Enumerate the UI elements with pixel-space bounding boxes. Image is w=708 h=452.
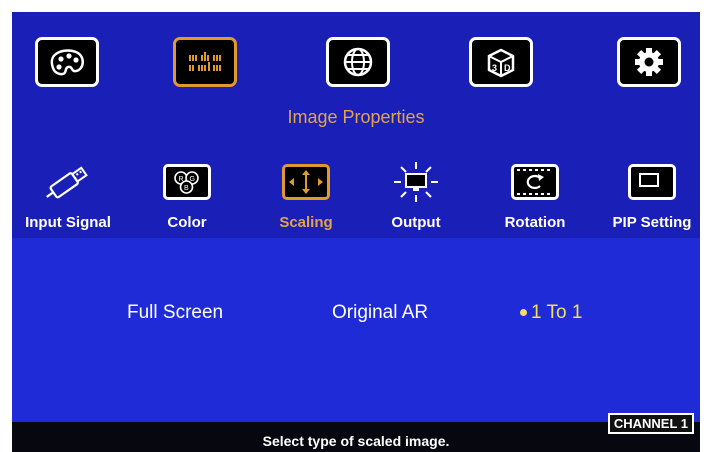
svg-text:B: B	[184, 185, 189, 192]
options-panel	[12, 238, 700, 422]
channel-badge: CHANNEL 1	[607, 413, 694, 434]
gear-icon	[635, 48, 663, 76]
output-monitor-icon	[394, 162, 438, 202]
option-1-to-1-label: 1 To 1	[531, 302, 583, 323]
submenu-label: PIP Setting	[612, 214, 692, 231]
pip-window-icon	[639, 173, 659, 187]
svg-text:G: G	[190, 176, 195, 183]
color-box: R G B	[163, 164, 211, 200]
osd-screen: 3 D Image Properties Input Signal R G B …	[12, 12, 700, 452]
globe-icon	[343, 47, 373, 77]
submenu-label: Output	[391, 214, 441, 231]
3d-icon: 3 D	[487, 48, 515, 78]
tab-image-properties[interactable]	[173, 37, 237, 87]
section-title: Image Properties	[287, 107, 425, 127]
svg-text:3: 3	[492, 63, 497, 73]
tab-palette[interactable]	[35, 37, 99, 87]
rotation-box	[511, 164, 559, 200]
scaling-box	[282, 164, 330, 200]
submenu-label: Rotation	[504, 214, 566, 231]
submenu-color[interactable]: R G B Color	[133, 160, 241, 231]
submenu-output[interactable]: Output	[362, 160, 470, 231]
tab-globe[interactable]	[326, 37, 390, 87]
usb-plug-icon	[46, 166, 88, 199]
image-properties-icon	[189, 52, 221, 71]
submenu-label: Input Signal	[25, 214, 111, 231]
svg-text:R: R	[179, 176, 184, 183]
help-hint: Select type of scaled image.	[262, 433, 450, 449]
submenu-pip-setting[interactable]: PIP Setting	[598, 160, 706, 231]
submenu-label: Scaling	[279, 214, 333, 231]
tab-settings[interactable]	[617, 37, 681, 87]
rotation-icon	[517, 169, 550, 195]
submenu-input-signal[interactable]: Input Signal	[14, 160, 122, 231]
submenu-scaling[interactable]: Scaling	[252, 160, 360, 231]
option-original-ar[interactable]: Original AR	[332, 302, 428, 324]
scaling-arrows-icon	[289, 170, 323, 194]
rgb-circles-icon: R G B	[174, 171, 199, 194]
option-full-screen[interactable]: Full Screen	[127, 302, 223, 324]
selected-bullet-icon	[520, 309, 527, 317]
submenu-rotation[interactable]: Rotation	[481, 160, 589, 231]
option-1-to-1[interactable]: 1 To 1	[520, 302, 582, 324]
palette-icon	[50, 49, 84, 76]
submenu-label: Color	[167, 214, 207, 231]
pip-box	[628, 164, 676, 200]
svg-text:D: D	[504, 63, 511, 73]
tab-3d[interactable]: 3 D	[469, 37, 533, 87]
